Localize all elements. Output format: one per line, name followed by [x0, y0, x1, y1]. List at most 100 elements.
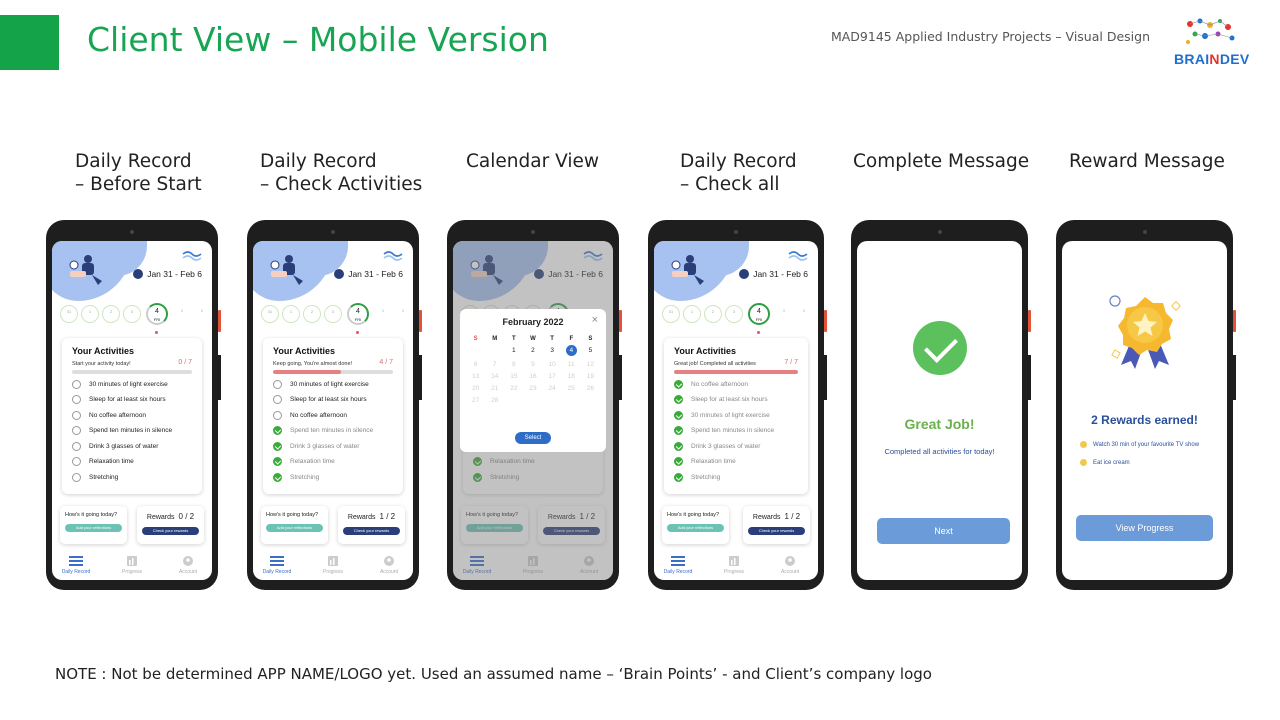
checked-icon[interactable] — [273, 441, 282, 451]
tab-daily-record[interactable]: Daily Record — [658, 556, 698, 575]
week-day[interactable]: 1 — [81, 305, 99, 323]
calendar-day[interactable]: 18 — [562, 373, 581, 380]
activity-item[interactable]: Stretching — [674, 472, 798, 483]
unchecked-icon[interactable] — [273, 410, 282, 420]
tab-daily-record[interactable]: Daily Record — [257, 556, 297, 575]
calendar-day[interactable]: 12 — [581, 361, 600, 368]
week-day[interactable]: 5 — [173, 305, 191, 323]
next-button[interactable]: Next — [877, 518, 1010, 544]
checked-icon[interactable] — [273, 472, 282, 482]
calendar-day[interactable]: 3 — [543, 347, 562, 356]
activity-item[interactable]: No coffee afternoon — [72, 410, 192, 421]
calendar-day[interactable]: 16 — [523, 373, 542, 380]
activity-item[interactable]: No coffee afternoon — [674, 379, 798, 390]
activity-item[interactable]: 30 minutes of light exercise — [674, 410, 798, 421]
week-day[interactable]: 31 — [60, 305, 78, 323]
calendar-day[interactable]: 4 — [562, 345, 581, 356]
calendar-day[interactable]: 15 — [504, 373, 523, 380]
activity-item[interactable]: Stretching — [273, 472, 393, 483]
activity-item[interactable]: 30 minutes of light exercise — [273, 379, 393, 390]
week-day[interactable]: 3 — [725, 305, 743, 323]
checked-icon[interactable] — [674, 441, 683, 451]
activity-item[interactable]: 30 minutes of light exercise — [72, 379, 192, 390]
calendar-day[interactable]: 9 — [523, 361, 542, 368]
unchecked-icon[interactable] — [72, 457, 81, 466]
week-day[interactable]: 6 — [795, 305, 813, 323]
tab-account[interactable]: Account — [369, 556, 409, 575]
tab-account[interactable]: Account — [770, 556, 810, 575]
add-reflections-button[interactable]: Add your reflections — [667, 524, 724, 532]
week-day[interactable]: 2 — [704, 305, 722, 323]
activity-item[interactable]: Sleep for at least six hours — [273, 395, 393, 405]
tab-progress[interactable]: Progress — [313, 556, 353, 575]
checked-icon[interactable] — [674, 395, 683, 404]
week-day[interactable]: 3 — [324, 305, 342, 323]
calendar-day[interactable]: 22 — [504, 385, 523, 392]
week-day[interactable]: 2 — [303, 305, 321, 323]
calendar-day[interactable]: 27 — [466, 397, 485, 404]
week-day[interactable]: 6 — [193, 305, 211, 323]
activity-item[interactable]: Relaxation time — [72, 457, 192, 467]
tab-progress[interactable]: Progress — [714, 556, 754, 575]
activity-item[interactable]: Sleep for at least six hours — [72, 395, 192, 405]
unchecked-icon[interactable] — [72, 441, 81, 451]
select-button[interactable]: Select — [515, 432, 551, 444]
check-rewards-button[interactable]: Check your rewards — [748, 527, 805, 535]
week-day[interactable]: 2 — [102, 305, 120, 323]
week-day[interactable]: 1 — [683, 305, 701, 323]
check-rewards-button[interactable]: Check your rewards — [142, 527, 199, 535]
week-day[interactable]: 3 — [123, 305, 141, 323]
week-day[interactable]: 5 — [374, 305, 392, 323]
calendar-day[interactable]: 24 — [543, 385, 562, 392]
week-day[interactable]: 4FRI — [748, 303, 770, 325]
unchecked-icon[interactable] — [72, 472, 81, 482]
unchecked-icon[interactable] — [273, 379, 282, 389]
activity-item[interactable]: Spend ten minutes in silence — [674, 426, 798, 436]
activity-item[interactable]: Relaxation time — [674, 457, 798, 467]
unchecked-icon[interactable] — [72, 426, 81, 435]
view-progress-button[interactable]: View Progress — [1076, 515, 1213, 541]
date-range-button[interactable]: Jan 31 - Feb 6 — [334, 269, 403, 279]
calendar-day[interactable]: 26 — [581, 385, 600, 392]
add-reflections-button[interactable]: Add your reflections — [266, 524, 323, 532]
calendar-day[interactable]: 14 — [485, 373, 504, 380]
add-reflections-button[interactable]: Add your reflections — [65, 524, 122, 532]
tab-account[interactable]: Account — [168, 556, 208, 575]
checked-icon[interactable] — [674, 410, 683, 420]
calendar-day[interactable]: 1 — [504, 347, 523, 356]
unchecked-icon[interactable] — [72, 395, 81, 404]
calendar-day[interactable]: 11 — [562, 361, 581, 368]
week-day[interactable]: 31 — [662, 305, 680, 323]
calendar-day[interactable]: 7 — [485, 361, 504, 368]
activity-item[interactable]: Spend ten minutes in silence — [273, 426, 393, 436]
checked-icon[interactable] — [273, 426, 282, 435]
close-icon[interactable]: × — [592, 314, 598, 326]
checked-icon[interactable] — [674, 379, 683, 389]
calendar-day[interactable]: 6 — [466, 361, 485, 368]
week-day[interactable]: 31 — [261, 305, 279, 323]
activity-item[interactable]: Sleep for at least six hours — [674, 395, 798, 405]
calendar-day[interactable]: 28 — [485, 397, 504, 404]
activity-item[interactable]: Drink 3 glasses of water — [674, 441, 798, 452]
activity-item[interactable]: Drink 3 glasses of water — [72, 441, 192, 452]
date-range-button[interactable]: Jan 31 - Feb 6 — [739, 269, 808, 279]
activity-item[interactable]: Drink 3 glasses of water — [273, 441, 393, 452]
calendar-day[interactable]: 25 — [562, 385, 581, 392]
calendar-day[interactable]: 21 — [485, 385, 504, 392]
activity-item[interactable]: Relaxation time — [273, 457, 393, 467]
calendar-day[interactable]: 10 — [543, 361, 562, 368]
checked-icon[interactable] — [674, 426, 683, 435]
week-day[interactable]: 6 — [394, 305, 412, 323]
checked-icon[interactable] — [674, 457, 683, 466]
activity-item[interactable]: Spend ten minutes in silence — [72, 426, 192, 436]
calendar-day[interactable]: 20 — [466, 385, 485, 392]
calendar-day[interactable]: 2 — [523, 347, 542, 356]
calendar-day[interactable]: 8 — [504, 361, 523, 368]
calendar-day[interactable]: 13 — [466, 373, 485, 380]
activity-item[interactable]: Stretching — [72, 472, 192, 483]
week-day[interactable]: 5 — [775, 305, 793, 323]
tab-progress[interactable]: Progress — [112, 556, 152, 575]
calendar-day[interactable]: 5 — [581, 347, 600, 356]
checked-icon[interactable] — [273, 457, 282, 466]
week-day[interactable]: 4FRI — [347, 303, 369, 325]
